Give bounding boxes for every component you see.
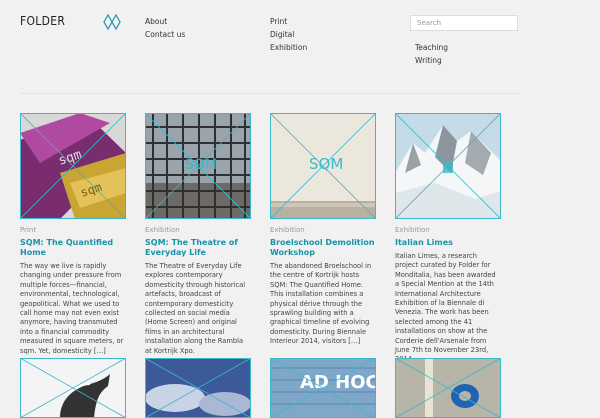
book-image: sqm sqm [20,113,126,219]
project-thumbnail-tape[interactable] [395,358,501,418]
project-card: SQM Exhibition SQM: The Theatre of Every… [145,113,251,356]
nav-print-link[interactable]: Print [270,15,307,28]
project-thumbnail-adhoc[interactable]: AD HOC [270,358,376,418]
primary-nav: About Contact us [145,15,185,41]
card-description: The way we live is rapidly changing unde… [20,262,124,355]
svg-text:SQM: SQM [309,155,343,173]
project-thumbnail-sky[interactable] [145,358,251,418]
nav-writing-link[interactable]: Writing [415,54,448,67]
card-description: Italian Limes, a research project curate… [395,252,496,363]
folder-diamond-logo-icon[interactable] [103,14,121,30]
nav-digital-link[interactable]: Digital [270,28,307,41]
card-title-link[interactable]: SQM: The Theatre of Everyday Life [145,238,251,258]
scaffold-image: SQM [145,113,251,219]
card-title-link[interactable]: Italian Limes [395,238,501,248]
project-card: sqm sqm Print SQM: The Quantified Home T… [20,113,126,356]
project-card: Exhibition Italian Limes Italian Limes, … [395,113,501,365]
project-card: SQM Exhibition Broelschool Demolition Wo… [270,113,376,347]
svg-text:SQM: SQM [185,157,217,173]
nav-teaching-link[interactable]: Teaching [415,41,448,54]
nav-about-link[interactable]: About [145,15,185,28]
card-description: The Theatre of Everyday Life explores co… [145,262,246,355]
card-description: The abandoned Broelschool in the centre … [270,262,372,346]
card-category[interactable]: Exhibition [270,226,376,234]
svg-text:AD HOC: AD HOC [300,372,376,393]
adhoc-image: AD HOC [270,358,376,418]
project-thumbnail-sqm-book[interactable]: sqm sqm [20,113,126,219]
wall-graphic-image: SQM [270,113,376,219]
sculpture-image [20,358,126,418]
project-thumbnail-theatre[interactable]: SQM [145,113,251,219]
card-category[interactable]: Exhibition [145,226,251,234]
sky-image [145,358,251,418]
card-category[interactable]: Exhibition [395,226,501,234]
project-thumbnail-broelschool[interactable]: SQM [270,113,376,219]
secondary-nav: Teaching Writing [415,41,448,67]
tape-image [395,358,501,418]
project-thumbnail-sculpture[interactable] [20,358,126,418]
category-nav: Print Digital Exhibition [270,15,307,54]
header-divider [20,93,520,94]
card-category[interactable]: Print [20,226,126,234]
project-thumbnail-italian-limes[interactable] [395,113,501,219]
nav-contact-link[interactable]: Contact us [145,28,185,41]
site-logo[interactable]: FOLDER [20,14,65,28]
search-input[interactable] [410,15,518,31]
mountain-image [395,113,501,219]
card-title-link[interactable]: SQM: The Quantified Home [20,238,126,258]
nav-exhibition-link[interactable]: Exhibition [270,41,307,54]
card-title-link[interactable]: Broelschool Demolition Workshop [270,238,376,258]
